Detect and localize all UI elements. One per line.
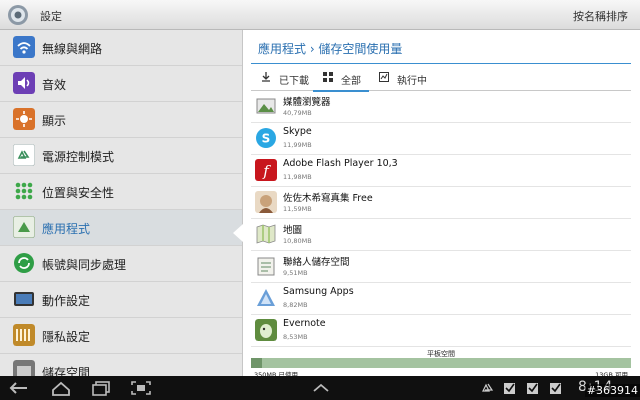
app-size: 9,51MB	[283, 269, 308, 277]
app-filter-tabs: 已下載 全部 執行中	[251, 66, 631, 92]
download-icon	[262, 72, 270, 82]
app-size: 8,82MB	[283, 301, 308, 309]
wifi-icon	[13, 36, 35, 58]
system-nav-bar: 8:14	[0, 376, 640, 400]
skype-icon: S	[256, 128, 276, 148]
app-size: 8,53MB	[283, 333, 308, 341]
sidebar-item-label: 電源控制模式	[42, 150, 115, 164]
sidebar-item-label: 動作設定	[42, 294, 91, 308]
brightness-icon	[13, 108, 35, 130]
sidebar-item-sound[interactable]: 音效	[0, 66, 242, 102]
home-icon[interactable]	[50, 380, 72, 396]
maps-icon	[256, 224, 276, 244]
list-item-photo-book[interactable]: 佐佐木希寫真集 Free 11,59MB	[251, 187, 631, 219]
watermark: #363914	[584, 384, 640, 397]
grid-icon	[323, 72, 333, 82]
list-item-media-browser[interactable]: 媒體瀏覽器 40,79MB	[251, 91, 631, 123]
settings-gear-icon[interactable]	[6, 3, 30, 27]
sidebar-item-power-mode[interactable]: 電源控制模式	[0, 138, 242, 174]
photo-book-icon	[255, 191, 277, 213]
sidebar-item-privacy[interactable]: 隱私設定	[0, 318, 242, 354]
sidebar-item-accounts-sync[interactable]: 帳號與同步處理	[0, 246, 242, 282]
storage-used-fill	[251, 358, 263, 368]
tab-label: 已下載	[279, 76, 309, 87]
apps-icon	[13, 216, 35, 238]
sync-icon	[14, 253, 34, 273]
app-name: Samsung Apps	[283, 286, 354, 297]
sidebar-item-label: 音效	[42, 78, 67, 92]
action-bar: 設定 按名稱排序	[0, 0, 640, 30]
contacts-storage-icon	[257, 257, 275, 276]
app-name: 聯絡人儲存空間	[283, 257, 350, 268]
app-name: Adobe Flash Player 10,3	[283, 158, 398, 169]
evernote-icon	[255, 319, 277, 341]
running-icon	[379, 72, 389, 82]
speaker-icon	[13, 72, 35, 94]
tab-running[interactable]: 執行中	[369, 66, 435, 90]
breadcrumb-divider	[251, 63, 631, 64]
app-storage-panel: 應用程式 › 儲存空間使用量 已下載 全部 執行中 媒體瀏覽器 40,79MB …	[243, 30, 640, 379]
storage-icon	[13, 360, 35, 376]
sort-by-name-button[interactable]: 按名稱排序	[573, 8, 628, 24]
list-item-samsung-apps[interactable]: Samsung Apps 8,82MB	[251, 283, 631, 315]
samsung-apps-icon	[257, 289, 275, 306]
app-name: 地圖	[283, 225, 303, 236]
sidebar-item-motion-settings[interactable]: 動作設定	[0, 282, 242, 318]
tab-label: 全部	[341, 76, 361, 87]
app-size: 11,99MB	[283, 141, 312, 149]
checkbox-notification-icon[interactable]	[503, 381, 517, 395]
list-item-evernote[interactable]: Evernote 8,53MB	[251, 315, 631, 347]
app-name: Evernote	[283, 318, 326, 329]
sidebar-item-storage[interactable]: 儲存空間	[0, 354, 242, 376]
checkbox-notification-icon[interactable]	[526, 381, 540, 395]
selection-pointer	[233, 224, 243, 242]
sidebar-item-label: 帳號與同步處理	[42, 258, 127, 272]
sidebar-item-wireless-network[interactable]: 無線與網路	[0, 30, 242, 66]
breadcrumb: 應用程式 › 儲存空間使用量	[258, 42, 403, 56]
recycle-icon	[13, 144, 35, 166]
flash-icon: f	[255, 159, 277, 181]
sidebar-item-label: 儲存空間	[42, 366, 91, 376]
sidebar-item-display[interactable]: 顯示	[0, 102, 242, 138]
storage-bar: 350MB 已使用 13GB 可用	[251, 358, 631, 379]
app-name: 佐佐木希寫真集 Free	[283, 193, 373, 204]
sidebar-item-location-security[interactable]: 位置與安全性	[0, 174, 242, 210]
list-item-adobe-flash[interactable]: f Adobe Flash Player 10,3 11,98MB	[251, 155, 631, 187]
sidebar-item-label: 位置與安全性	[42, 186, 115, 200]
list-item-contacts-storage[interactable]: 聯絡人儲存空間 9,51MB	[251, 251, 631, 283]
back-icon[interactable]	[8, 380, 30, 396]
recycle-notification-icon[interactable]	[480, 381, 494, 395]
location-grid-icon	[15, 182, 33, 200]
app-name: 媒體瀏覽器	[283, 97, 331, 108]
sidebar-item-label: 隱私設定	[42, 330, 91, 344]
list-item-skype[interactable]: S Skype 11,99MB	[251, 123, 631, 155]
tablet-storage-usage: 平板空間 350MB 已使用 13GB 可用	[251, 348, 631, 379]
app-size: 11,59MB	[283, 205, 312, 213]
list-item-maps[interactable]: 地圖 10,80MB	[251, 219, 631, 251]
sidebar-item-label: 無線與網路	[42, 42, 103, 56]
privacy-icon	[13, 324, 35, 346]
app-size: 40,79MB	[283, 109, 312, 117]
tab-downloaded[interactable]: 已下載	[251, 66, 313, 90]
tab-all[interactable]: 全部	[313, 66, 369, 92]
checkbox-notification-icon[interactable]	[549, 381, 563, 395]
sidebar-item-label: 應用程式	[42, 222, 91, 236]
app-name: Skype	[283, 126, 312, 137]
media-browser-icon	[256, 98, 276, 114]
sidebar-item-label: 顯示	[42, 114, 67, 128]
settings-sidebar: 無線與網路 音效 顯示 電源控制模式 位置與安全性 應用程式 帳號與同步處理 動…	[0, 30, 243, 376]
app-tray-arrow-icon[interactable]	[310, 380, 332, 396]
app-size: 11,98MB	[283, 173, 312, 181]
recent-apps-icon[interactable]	[90, 380, 112, 396]
app-size: 10,80MB	[283, 237, 312, 245]
tab-label: 執行中	[397, 76, 427, 87]
page-title: 設定	[40, 10, 62, 23]
screenshot-icon[interactable]	[130, 380, 152, 396]
sidebar-item-applications[interactable]: 應用程式	[0, 210, 242, 246]
tablet-motion-icon	[14, 292, 34, 306]
svg-text:S: S	[262, 132, 271, 146]
